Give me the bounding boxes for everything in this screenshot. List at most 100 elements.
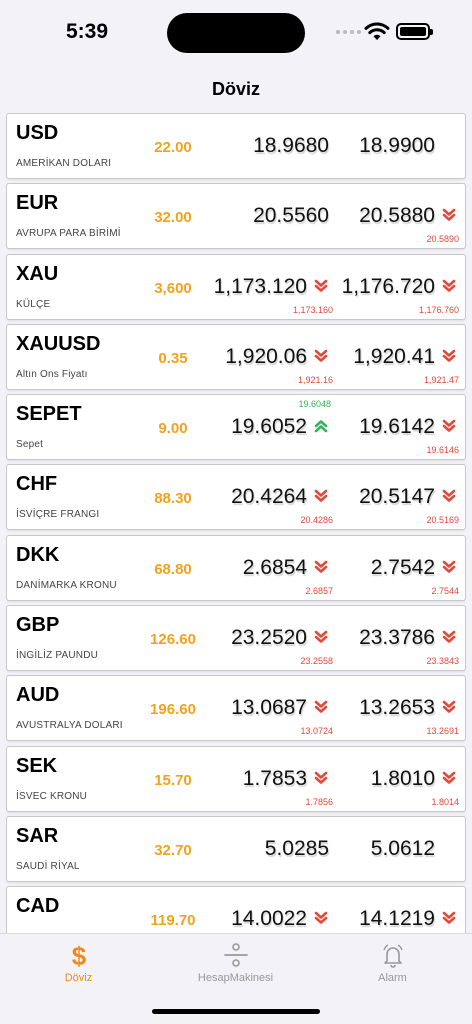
double-chevron-down-icon: [442, 911, 456, 925]
buy-price: 20.5560: [253, 204, 329, 228]
currency-change: 196.60: [150, 701, 196, 719]
currency-code: GBP: [16, 614, 60, 637]
buy-price: 20.4264: [231, 485, 307, 509]
buy-price: 14.0022: [231, 907, 307, 931]
double-chevron-down-icon: [314, 701, 328, 714]
buy-price: 19.6052: [231, 415, 307, 439]
buy-previous-price: 20.4286: [300, 515, 333, 526]
currency-row[interactable]: USD AMERİKAN DOLARI 22.00 18.9680 18.9900: [6, 113, 466, 179]
currency-change: 32.70: [154, 841, 192, 859]
buy-previous-price: 1,173.160: [292, 304, 333, 315]
currency-change: 88.30: [154, 490, 192, 508]
sell-previous-price: 1,921.47: [423, 374, 459, 385]
currency-change: 68.80: [154, 560, 192, 578]
currency-code: DKK: [16, 543, 60, 566]
currency-code: SAR: [16, 824, 59, 847]
tab-label: HesapMakinesi: [197, 972, 274, 984]
currency-code: XAUUSD: [16, 332, 101, 355]
currency-name: AMERİKAN DOLARI: [16, 158, 112, 169]
currency-code: SEK: [16, 754, 58, 777]
tab-doviz[interactable]: $ Döviz: [0, 934, 157, 994]
currency-row[interactable]: GBP İNGİLİZ PAUNDU 126.60 23.2520 23.3786 23.…: [6, 605, 466, 672]
sell-price: 5.0612: [370, 836, 435, 860]
buy-previous-price: 1.7856: [305, 796, 333, 807]
currency-change: 9.00: [158, 420, 188, 438]
currency-code: CAD: [16, 895, 60, 918]
currency-change: 126.60: [150, 631, 196, 649]
buy-price: 1,920.06: [225, 344, 307, 368]
buy-price: 18.9680: [253, 134, 329, 157]
buy-price: 2.6854: [242, 555, 307, 579]
currency-row[interactable]: SEPET Sepet 9.00 19.6052 19.6142 19.6048 19.61…: [6, 394, 466, 461]
currency-list[interactable]: USD AMERİKAN DOLARI 22.00 18.9680 18.9900 EUR…: [6, 113, 466, 933]
currency-row[interactable]: CHF İSVİÇRE FRANGI 88.30 20.4264 20.5147 20.4…: [6, 464, 466, 531]
currency-name: İNGİLİZ PAUNDU: [16, 650, 99, 662]
double-chevron-down-icon: [314, 349, 328, 362]
currency-change: 32.00: [154, 209, 192, 227]
currency-row[interactable]: CAD 119.70 14.0022 14.1219: [6, 886, 466, 933]
svg-text:$: $: [71, 942, 86, 968]
currency-name: AVUSTRALYA DOLARI: [16, 720, 123, 732]
currency-code: CHF: [16, 473, 58, 496]
currency-name: AVRUPA PARA BİRİMİ: [16, 228, 121, 240]
buy-price: 5.0285: [264, 836, 329, 860]
sell-previous-price: 1,176.760: [418, 304, 459, 315]
sell-price: 1,176.720: [341, 274, 435, 298]
dollar-icon: $: [71, 942, 86, 968]
double-chevron-down-icon: [314, 560, 328, 573]
status-time: 5:39: [66, 20, 109, 43]
currency-name: İSVEC KRONU: [16, 790, 88, 802]
buy-previous-price: 1,921.16: [297, 374, 333, 385]
sell-previous-price: 20.5169: [426, 515, 459, 526]
currency-name: SAUDİ RİYAL: [16, 860, 80, 872]
buy-price: 1,173.120: [213, 274, 307, 298]
currency-change: 3,600: [154, 279, 192, 297]
currency-name: KÜLÇE: [16, 298, 51, 310]
currency-code: USD: [16, 122, 59, 144]
buy-previous-price: 13.0724: [300, 726, 333, 737]
tab-hesapmakinesi[interactable]: HesapMakinesi: [157, 934, 314, 994]
sell-previous-price: 13.2691: [426, 726, 459, 737]
currency-row[interactable]: XAU KÜLÇE 3,600 1,173.120 1,176.720 1,173.160…: [6, 253, 466, 320]
double-chevron-up-icon: [314, 420, 328, 433]
currency-row[interactable]: DKK DANİMARKA KRONU 68.80 2.6854 2.7542 2.685…: [6, 534, 466, 601]
divide-icon: [223, 943, 248, 967]
currency-row[interactable]: AUD AVUSTRALYA DOLARI 196.60 13.0687 13.2653…: [6, 675, 466, 742]
buy-price: 13.0687: [231, 696, 307, 720]
currency-code: EUR: [16, 192, 59, 215]
buy-previous-price: 23.2558: [300, 656, 333, 667]
currency-code: AUD: [16, 684, 60, 707]
sell-price: 18.9900: [359, 134, 435, 157]
sell-price: 1,920.41: [353, 344, 435, 368]
buy-price: 23.2520: [231, 626, 307, 650]
currency-row[interactable]: EUR AVRUPA PARA BİRİMİ 32.00 20.5560 20.5880…: [6, 183, 466, 250]
home-indicator: [152, 1009, 320, 1014]
double-chevron-down-icon: [442, 279, 456, 292]
dynamic-island: [167, 13, 305, 53]
double-chevron-down-icon: [442, 208, 456, 222]
buy-previous-price: 19.6048: [298, 399, 331, 410]
double-chevron-down-icon: [442, 419, 456, 432]
sell-price: 20.5147: [359, 485, 435, 509]
double-chevron-down-icon: [314, 490, 328, 503]
currency-name: İSVİÇRE FRANGI: [16, 509, 100, 521]
cellular-signal-icon: [336, 30, 361, 34]
double-chevron-down-icon: [442, 701, 456, 714]
bell-icon: [382, 944, 403, 968]
double-chevron-down-icon: [442, 560, 456, 573]
sell-price: 14.1219: [359, 907, 435, 931]
double-chevron-down-icon: [442, 349, 456, 362]
currency-code: SEPET: [16, 403, 82, 426]
double-chevron-down-icon: [442, 771, 456, 784]
currency-row[interactable]: XAUUSD Altın Ons Fiyatı 0.35 1,920.06 1,920.…: [6, 323, 466, 390]
currency-row[interactable]: SEK İSVEC KRONU 15.70 1.7853 1.8010 1.7856 1.8…: [6, 745, 466, 812]
tab-alarm[interactable]: Alarm: [314, 934, 471, 994]
double-chevron-down-icon: [314, 630, 328, 643]
currency-name: Sepet: [16, 439, 44, 451]
currency-change: 119.70: [150, 912, 196, 930]
currency-row[interactable]: SAR SAUDİ RİYAL 32.70 5.0285 5.0612: [6, 815, 466, 882]
sell-price: 13.2653: [359, 696, 435, 720]
currency-code: XAU: [16, 262, 59, 285]
sell-price: 2.7542: [370, 555, 435, 579]
sell-price: 19.6142: [359, 415, 435, 439]
